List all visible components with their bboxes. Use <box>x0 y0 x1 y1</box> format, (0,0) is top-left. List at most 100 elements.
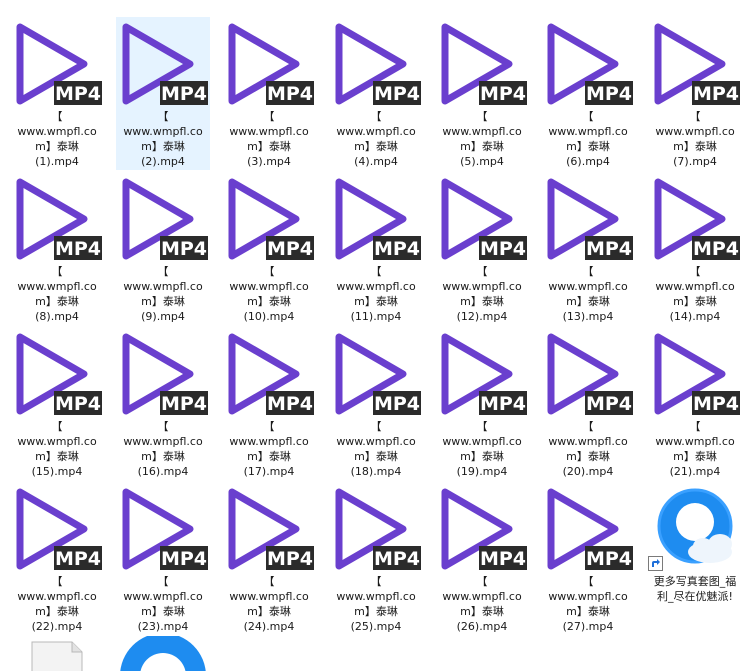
svg-text:MP4: MP4 <box>693 83 739 105</box>
file-name: 【www.wmpfl.co m】泰琳 (4).mp4 <box>336 110 416 168</box>
svg-text:MP4: MP4 <box>267 548 313 570</box>
file-item[interactable]: MP4 【www.wmpfl.co m】泰琳 (15).mp4 <box>10 327 104 480</box>
mp4-file-icon: MP4 <box>648 17 742 109</box>
file-item[interactable]: MP4 【www.wmpfl.co m】泰琳 (19).mp4 <box>435 327 529 480</box>
file-item[interactable]: MP4 【www.wmpfl.co m】泰琳 (23).mp4 <box>116 482 210 635</box>
file-item[interactable]: MP4 【www.wmpfl.co m】泰琳 (3).mp4 <box>222 17 316 170</box>
file-name: 【www.wmpfl.co m】泰琳 (18).mp4 <box>336 420 416 478</box>
mp4-file-icon: MP4 <box>222 172 316 264</box>
svg-text:MP4: MP4 <box>161 83 207 105</box>
file-item[interactable]: MP4 【www.wmpfl.co m】泰琳 (12).mp4 <box>435 172 529 325</box>
file-item[interactable]: MP4 【www.wmpfl.co m】泰琳 (27).mp4 <box>541 482 635 635</box>
mp4-file-icon: MP4 <box>541 482 635 574</box>
file-name: 【www.wmpfl.co m】泰琳 (9).mp4 <box>123 265 203 323</box>
file-name: 【www.wmpfl.co m】泰琳 (19).mp4 <box>442 420 522 478</box>
file-item[interactable]: MP4 【www.wmpfl.co m】泰琳 (2).mp4 <box>116 17 210 170</box>
file-item[interactable]: MP4 【www.wmpfl.co m】泰琳 (20).mp4 <box>541 327 635 480</box>
file-item[interactable]: MP4 【www.wmpfl.co m】泰琳 (24).mp4 <box>222 482 316 635</box>
file-item[interactable]: MP4 【www.wmpfl.co m】泰琳 (10).mp4 <box>222 172 316 325</box>
svg-text:MP4: MP4 <box>55 238 101 260</box>
file-item[interactable]: MP4 【www.wmpfl.co m】泰琳 (21).mp4 <box>648 327 742 480</box>
mp4-file-icon: MP4 <box>541 172 635 264</box>
file-name: 【www.wmpfl.co m】泰琳 (16).mp4 <box>123 420 203 478</box>
shortcut-arrow-icon <box>648 556 663 571</box>
browser-shortcut-icon <box>648 482 742 574</box>
file-item[interactable]: MP4 【www.wmpfl.co m】泰琳 (17).mp4 <box>222 327 316 480</box>
file-item[interactable]: MP4 【www.wmpfl.co m】泰琳 (9).mp4 <box>116 172 210 325</box>
svg-text:MP4: MP4 <box>267 238 313 260</box>
file-item[interactable]: MP4 【www.wmpfl.co m】泰琳 (25).mp4 <box>329 482 423 635</box>
browser-file-item[interactable] <box>116 633 210 671</box>
file-item[interactable]: MP4 【www.wmpfl.co m】泰琳 (6).mp4 <box>541 17 635 170</box>
file-name: 【www.wmpfl.co m】泰琳 (2).mp4 <box>123 110 203 168</box>
svg-text:MP4: MP4 <box>374 83 420 105</box>
svg-text:MP4: MP4 <box>374 393 420 415</box>
mp4-file-icon: MP4 <box>329 17 423 109</box>
shortcut-name: 更多写真套图_福 利_尽在优魅派! <box>653 575 737 603</box>
mp4-file-icon: MP4 <box>329 172 423 264</box>
file-item[interactable]: MP4 【www.wmpfl.co m】泰琳 (18).mp4 <box>329 327 423 480</box>
file-name: 【www.wmpfl.co m】泰琳 (1).mp4 <box>17 110 97 168</box>
svg-text:MP4: MP4 <box>161 238 207 260</box>
file-name: 【www.wmpfl.co m】泰琳 (13).mp4 <box>548 265 628 323</box>
file-item[interactable]: MP4 【www.wmpfl.co m】泰琳 (14).mp4 <box>648 172 742 325</box>
file-name: 【www.wmpfl.co m】泰琳 (7).mp4 <box>655 110 735 168</box>
document-file-item[interactable] <box>10 636 104 671</box>
file-item[interactable]: MP4 【www.wmpfl.co m】泰琳 (4).mp4 <box>329 17 423 170</box>
file-item[interactable]: MP4 【www.wmpfl.co m】泰琳 (11).mp4 <box>329 172 423 325</box>
mp4-file-icon: MP4 <box>541 17 635 109</box>
file-item[interactable]: MP4 【www.wmpfl.co m】泰琳 (1).mp4 <box>10 17 104 170</box>
svg-text:MP4: MP4 <box>693 238 739 260</box>
file-name: 【www.wmpfl.co m】泰琳 (3).mp4 <box>229 110 309 168</box>
text-document-icon <box>31 641 83 671</box>
file-name: 【www.wmpfl.co m】泰琳 (24).mp4 <box>229 575 309 633</box>
mp4-file-icon: MP4 <box>116 482 210 574</box>
file-name: 【www.wmpfl.co m】泰琳 (8).mp4 <box>17 265 97 323</box>
file-name: 【www.wmpfl.co m】泰琳 (27).mp4 <box>548 575 628 633</box>
file-name: 【www.wmpfl.co m】泰琳 (5).mp4 <box>442 110 522 168</box>
file-explorer-icon-view: MP4 【www.wmpfl.co m】泰琳 (1).mp4 MP4 【www.wmpf… <box>0 0 750 671</box>
svg-text:MP4: MP4 <box>374 548 420 570</box>
file-item[interactable]: MP4 【www.wmpfl.co m】泰琳 (13).mp4 <box>541 172 635 325</box>
mp4-file-icon: MP4 <box>435 172 529 264</box>
file-name: 【www.wmpfl.co m】泰琳 (6).mp4 <box>548 110 628 168</box>
browser-shortcut-item[interactable]: 更多写真套图_福 利_尽在优魅派! <box>648 482 742 635</box>
svg-text:MP4: MP4 <box>480 393 526 415</box>
svg-text:MP4: MP4 <box>480 548 526 570</box>
mp4-file-icon: MP4 <box>10 172 104 264</box>
mp4-file-icon: MP4 <box>435 482 529 574</box>
file-item[interactable]: MP4 【www.wmpfl.co m】泰琳 (8).mp4 <box>10 172 104 325</box>
svg-text:MP4: MP4 <box>374 238 420 260</box>
file-item[interactable]: MP4 【www.wmpfl.co m】泰琳 (26).mp4 <box>435 482 529 635</box>
mp4-file-icon: MP4 <box>648 172 742 264</box>
file-item[interactable]: MP4 【www.wmpfl.co m】泰琳 (7).mp4 <box>648 17 742 170</box>
svg-text:MP4: MP4 <box>55 548 101 570</box>
file-name: 【www.wmpfl.co m】泰琳 (11).mp4 <box>336 265 416 323</box>
mp4-file-icon: MP4 <box>116 17 210 109</box>
file-item[interactable]: MP4 【www.wmpfl.co m】泰琳 (16).mp4 <box>116 327 210 480</box>
mp4-file-icon: MP4 <box>116 327 210 419</box>
mp4-file-icon: MP4 <box>116 172 210 264</box>
mp4-file-icon: MP4 <box>648 327 742 419</box>
svg-text:MP4: MP4 <box>161 548 207 570</box>
file-name: 【www.wmpfl.co m】泰琳 (14).mp4 <box>655 265 735 323</box>
file-item[interactable]: MP4 【www.wmpfl.co m】泰琳 (5).mp4 <box>435 17 529 170</box>
browser-icon <box>120 633 206 671</box>
file-name: 【www.wmpfl.co m】泰琳 (10).mp4 <box>229 265 309 323</box>
file-name: 【www.wmpfl.co m】泰琳 (26).mp4 <box>442 575 522 633</box>
mp4-file-icon: MP4 <box>222 482 316 574</box>
svg-text:MP4: MP4 <box>586 83 632 105</box>
mp4-file-icon: MP4 <box>435 327 529 419</box>
mp4-file-icon: MP4 <box>329 482 423 574</box>
mp4-file-icon: MP4 <box>329 327 423 419</box>
file-name: 【www.wmpfl.co m】泰琳 (25).mp4 <box>336 575 416 633</box>
file-item[interactable]: MP4 【www.wmpfl.co m】泰琳 (22).mp4 <box>10 482 104 635</box>
file-name: 【www.wmpfl.co m】泰琳 (20).mp4 <box>548 420 628 478</box>
svg-text:MP4: MP4 <box>586 393 632 415</box>
mp4-file-icon: MP4 <box>222 327 316 419</box>
file-name: 【www.wmpfl.co m】泰琳 (22).mp4 <box>17 575 97 633</box>
file-name: 【www.wmpfl.co m】泰琳 (15).mp4 <box>17 420 97 478</box>
svg-text:MP4: MP4 <box>267 393 313 415</box>
mp4-file-icon: MP4 <box>10 17 104 109</box>
svg-text:MP4: MP4 <box>55 393 101 415</box>
